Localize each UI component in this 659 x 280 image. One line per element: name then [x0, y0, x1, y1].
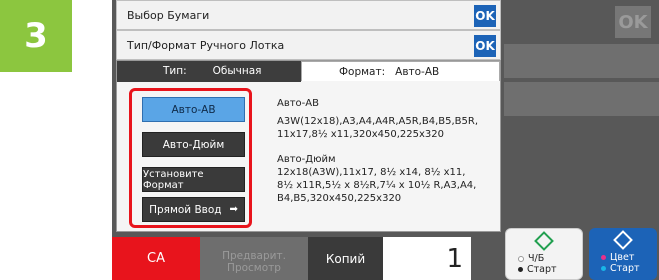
auto-inch-button[interactable]: Авто-Дюйм: [142, 132, 245, 157]
auto-inch-description: Авто-Дюйм 12x18(A3W),11x17, 8½ x14, 8½ x…: [277, 153, 476, 205]
auto-ab-button[interactable]: Авто-AB: [142, 97, 245, 122]
color-start-line1: Цвет: [610, 252, 635, 263]
cyan-dot-icon: [601, 266, 606, 271]
auto-inch-title: Авто-Дюйм: [277, 154, 336, 165]
bw-start-button[interactable]: Ч/Б Старт: [505, 228, 583, 280]
preview-label-line1: Предварит.: [222, 249, 286, 262]
arrow-right-icon: ➡: [229, 204, 238, 215]
preview-button[interactable]: Предварит. Просмотр: [200, 237, 308, 280]
bw-start-line1: Ч/Б: [528, 253, 545, 264]
color-start-label: Цвет Старт: [601, 252, 640, 274]
auto-ab-sizes-line2: 11x17,8½ x11,320x450,225x320: [277, 129, 444, 140]
bypass-tray-label: Тип/Формат Ручного Лотка: [127, 38, 285, 52]
magenta-dot-icon: [601, 255, 606, 260]
set-format-button[interactable]: Установите Формат: [142, 167, 245, 192]
tab-type-value: Обычная: [212, 65, 262, 77]
auto-inch-sizes-line3: B4,B5,320x450,225x320: [277, 193, 402, 204]
color-start-button[interactable]: Цвет Старт: [589, 228, 657, 280]
bw-start-label: Ч/Б Старт: [518, 253, 557, 275]
auto-inch-sizes-line1: 12x18(A3W),11x17, 8½ x14, 8½ x11,: [277, 167, 466, 178]
auto-ab-title: Авто-AB: [277, 98, 319, 109]
white-dot-icon: [518, 255, 524, 262]
bypass-tray-row: Тип/Формат Ручного Лотка OK: [116, 30, 501, 60]
direct-input-button[interactable]: Прямой Ввод ➡: [142, 197, 245, 222]
clear-all-button[interactable]: CA: [112, 237, 200, 280]
tab-format-label: Формат:: [339, 65, 386, 78]
paper-select-row: Выбор Бумаги OK: [116, 0, 501, 30]
paper-select-label: Выбор Бумаги: [127, 8, 210, 22]
copies-input[interactable]: 1: [383, 237, 471, 280]
tab-type-label: Тип:: [163, 65, 187, 77]
start-diamond-icon: [534, 231, 554, 251]
bw-start-line2: Старт: [527, 264, 557, 275]
auto-ab-description: Авто-AB A3W(12x18),A3,A4,A4R,A5R,B4,B5,B…: [277, 97, 478, 141]
paper-select-ok-button[interactable]: OK: [474, 5, 496, 27]
preview-label-line2: Просмотр: [227, 261, 281, 274]
bypass-tray-ok-button[interactable]: OK: [474, 35, 496, 57]
background-row: [504, 82, 659, 116]
format-panel: Тип: Обычная Формат: Авто-AB Авто-AB Авт…: [116, 60, 501, 232]
copies-label: Копий: [308, 237, 383, 280]
step-number: 3: [24, 16, 48, 56]
tab-format-value: Авто-AB: [395, 65, 440, 78]
auto-ab-sizes-line1: A3W(12x18),A3,A4,A4R,A5R,B4,B5,B5R,: [277, 116, 479, 127]
format-button-group: Авто-AB Авто-Дюйм Установите Формат Прям…: [129, 88, 252, 228]
start-diamond-icon: [613, 230, 633, 250]
tab-type[interactable]: Тип: Обычная: [117, 61, 301, 82]
auto-inch-sizes-line2: 8½ x11R,5½ x 8½R,7¼ x 10½ R,A3,A4,: [277, 180, 477, 191]
background-row: [504, 44, 659, 78]
direct-input-label: Прямой Ввод: [149, 203, 222, 216]
tab-format[interactable]: Формат: Авто-AB: [301, 61, 500, 81]
background-ok-button: OK: [615, 6, 651, 38]
step-number-badge: 3: [0, 0, 72, 72]
black-dot-icon: [518, 267, 523, 272]
color-start-line2: Старт: [610, 263, 640, 274]
touch-screen: OK Выбор Бумаги OK Тип/Формат Ручного Ло…: [112, 0, 659, 280]
